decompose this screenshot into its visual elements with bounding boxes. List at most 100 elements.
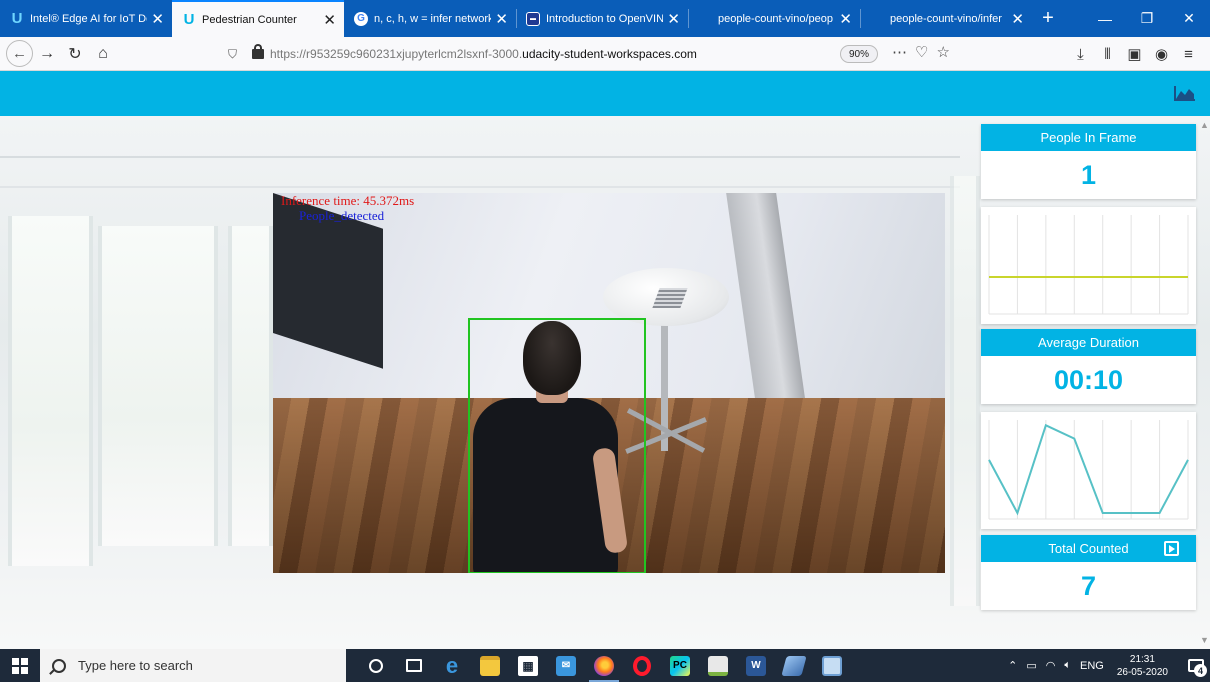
toolbar-right: ⤓ ⫴ ▣ ◉ ≡ <box>1067 37 1202 71</box>
close-icon[interactable]: ✕ <box>151 10 164 28</box>
clock[interactable]: 21:31 26-05-2020 <box>1117 653 1168 679</box>
tracking-shield-icon[interactable]: ⛉ <box>228 47 242 62</box>
pocket-icon[interactable]: ♡ <box>915 43 928 61</box>
clock-date: 26-05-2020 <box>1116 666 1168 678</box>
mail-icon[interactable]: ✉ <box>547 649 585 682</box>
menu-icon[interactable]: ≡ <box>1175 46 1202 63</box>
account-icon[interactable]: ◉ <box>1148 45 1175 63</box>
language-indicator[interactable]: ENG <box>1080 660 1104 672</box>
url-prefix: https://r953259c960231xjupyterlcm2lsxnf-… <box>270 47 523 61</box>
people-in-frame-label: People In Frame <box>981 124 1196 151</box>
notifications-icon[interactable]: 4 <box>1182 649 1210 682</box>
total-counted-label: Total Counted <box>1048 541 1129 556</box>
photos-icon[interactable] <box>813 649 851 682</box>
tab-google-search[interactable]: G n, c, h, w = infer network ✕ <box>344 0 516 37</box>
notification-count: 4 <box>1194 664 1207 677</box>
tab-github-people-count[interactable]: people-count-vino/peop ✕ <box>688 0 860 37</box>
firefox-icon[interactable] <box>585 649 623 682</box>
file-explorer-icon[interactable] <box>471 649 509 682</box>
pycharm-icon[interactable]: PC <box>661 649 699 682</box>
volume-icon[interactable]: 🔈︎ <box>1064 659 1071 672</box>
video-feed: Inference time: 45.372ms People_detected <box>273 193 945 573</box>
address-bar[interactable]: ⛉ https://r953259c960231xjupyterlcm2lsxn… <box>222 41 968 67</box>
close-icon[interactable]: ✕ <box>495 10 508 28</box>
stats-chart-icon[interactable] <box>1174 85 1196 101</box>
close-icon[interactable]: ✕ <box>1011 10 1024 28</box>
tab-title: Pedestrian Counter <box>202 13 297 26</box>
tab-github-inference[interactable]: people-count-vino/infer ✕ <box>860 0 1032 37</box>
task-view-icon[interactable] <box>395 649 433 682</box>
new-tab-button[interactable]: + <box>1032 0 1064 37</box>
background-window <box>98 226 218 546</box>
paint-icon[interactable] <box>775 649 813 682</box>
window-controls: — ❐ ✕ <box>1084 0 1210 37</box>
total-counted-header: Total Counted <box>981 535 1196 562</box>
windows-logo-icon <box>12 657 28 674</box>
image-viewer-icon[interactable] <box>699 649 737 682</box>
windows-taskbar: Type here to search e ▦ ✉ PC W ⌃ ▭ ◠ 🔈︎ … <box>0 649 1210 682</box>
people-in-frame-chart <box>988 215 1189 315</box>
more-actions-icon[interactable]: ⋯ <box>892 43 907 61</box>
inference-time-text: Inference time: 45.372ms <box>281 193 415 208</box>
people-in-frame-value: 1 <box>1080 159 1097 190</box>
forward-arrow-icon[interactable]: → <box>33 40 61 68</box>
edge-icon[interactable]: e <box>433 649 471 682</box>
taskbar-search[interactable]: Type here to search <box>40 649 346 682</box>
taskbar-apps: e ▦ ✉ PC W <box>357 649 851 682</box>
close-icon[interactable]: ✕ <box>323 11 336 29</box>
background-window <box>8 216 93 566</box>
bookmark-star-icon[interactable]: ☆ <box>936 43 949 61</box>
people-in-frame-card: People In Frame 1 <box>981 124 1196 199</box>
search-placeholder: Type here to search <box>78 658 193 673</box>
minimize-icon[interactable]: — <box>1084 0 1126 37</box>
average-duration-value: 00:10 <box>1053 364 1124 395</box>
restore-icon[interactable]: ❐ <box>1126 0 1168 37</box>
total-counted-card: Total Counted 7 <box>981 535 1196 610</box>
play-icon[interactable] <box>1164 541 1179 556</box>
store-icon[interactable]: ▦ <box>509 649 547 682</box>
system-tray: ⌃ ▭ ◠ 🔈︎ ENG 21:31 26-05-2020 4 <box>1008 649 1210 682</box>
wifi-icon[interactable]: ◠ <box>1046 659 1056 672</box>
average-duration-graph <box>981 412 1196 529</box>
back-arrow-icon[interactable]: ← <box>6 40 33 67</box>
udacity-icon: U <box>183 11 195 28</box>
udacity-icon: U <box>11 10 23 27</box>
cortana-icon[interactable] <box>357 649 395 682</box>
scroll-down-icon[interactable]: ▼ <box>1200 635 1209 645</box>
reload-icon[interactable]: ↻ <box>61 40 89 68</box>
sidebar-icon[interactable]: ▣ <box>1121 45 1148 63</box>
tab-pedestrian-counter[interactable]: U Pedestrian Counter ✕ <box>172 0 344 37</box>
tab-openvino-intro[interactable]: ▬ Introduction to OpenVINO ✕ <box>516 0 688 37</box>
word-icon[interactable]: W <box>737 649 775 682</box>
app-header-bar <box>0 71 1210 116</box>
chevron-up-icon[interactable]: ⌃ <box>1008 659 1017 672</box>
page-scrollbar[interactable]: ▲ ▼ <box>1198 116 1210 649</box>
close-icon[interactable]: ✕ <box>839 10 852 28</box>
home-icon[interactable]: ⌂ <box>89 40 117 68</box>
tab-title: Intel® Edge AI for IoT De <box>30 12 148 25</box>
opera-icon[interactable] <box>623 649 661 682</box>
close-icon[interactable]: ✕ <box>667 10 680 28</box>
average-duration-label: Average Duration <box>981 329 1196 356</box>
url-host: udacity-student-workspaces.com <box>522 47 697 61</box>
library-icon[interactable]: ⫴ <box>1094 46 1121 63</box>
zoom-level-button[interactable]: 90% <box>840 45 879 63</box>
detection-bounding-box <box>468 318 646 573</box>
google-icon: G <box>354 11 368 26</box>
chart-series-line <box>988 423 1189 516</box>
close-window-icon[interactable]: ✕ <box>1168 0 1210 37</box>
start-button[interactable] <box>0 649 40 682</box>
background-detail <box>0 156 960 158</box>
average-duration-card: Average Duration 00:10 <box>981 329 1196 404</box>
battery-icon[interactable]: ▭ <box>1026 659 1036 672</box>
download-icon[interactable]: ⤓ <box>1067 46 1094 63</box>
tab-title: people-count-vino/peop <box>718 12 833 25</box>
people-detected-text: People_detected <box>299 208 385 223</box>
tab-title: Introduction to OpenVINO <box>546 12 664 25</box>
background-window <box>228 226 273 546</box>
tab-intel-edge-ai[interactable]: U Intel® Edge AI for IoT De ✕ <box>0 0 172 37</box>
lock-icon[interactable] <box>252 44 264 59</box>
scroll-up-icon[interactable]: ▲ <box>1200 120 1209 130</box>
background-window <box>950 176 980 606</box>
blank-icon <box>870 12 884 26</box>
